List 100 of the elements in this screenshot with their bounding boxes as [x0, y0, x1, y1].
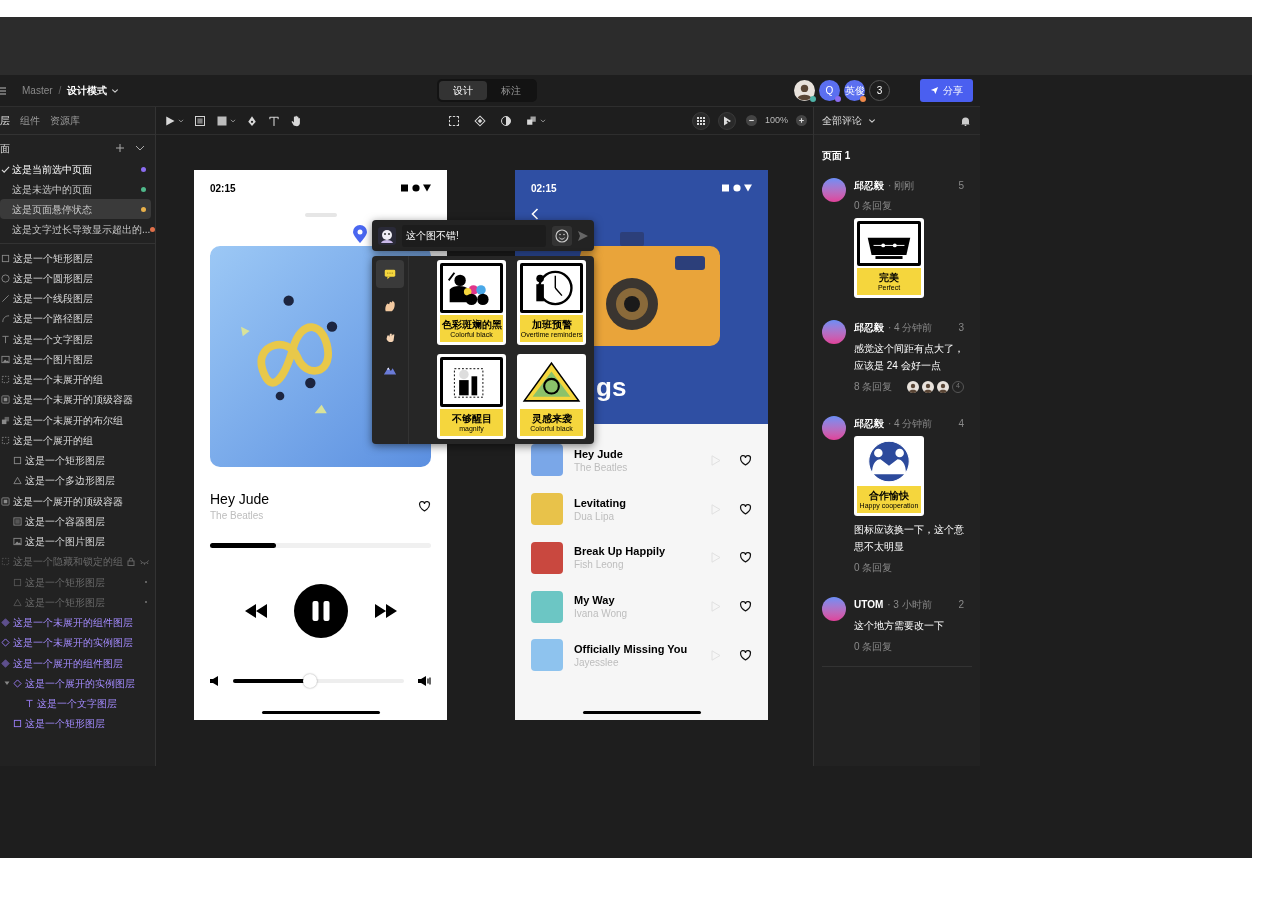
send-icon[interactable]: [578, 230, 588, 241]
selection-grid-icon[interactable]: [448, 114, 460, 127]
pointer-icon[interactable]: [164, 114, 176, 127]
layer-item[interactable]: 这是一个未展开的组: [0, 369, 155, 390]
layer-item[interactable]: 这是一个展开的实例图层: [0, 673, 155, 694]
sticker-title: 完美: [879, 271, 899, 283]
comment-author: 邱忍毅: [854, 179, 884, 193]
frame-tool-icon[interactable]: [194, 114, 206, 127]
back-chevron-icon[interactable]: [531, 208, 539, 220]
diamond-icon: [1, 658, 10, 668]
layer-item[interactable]: 这是一个容器图层: [0, 511, 155, 532]
slider-thumb[interactable]: [302, 674, 317, 688]
panel-tab[interactable]: 资源库: [50, 113, 80, 128]
sticker-category-tab[interactable]: [376, 260, 404, 288]
half-circle-icon[interactable]: [500, 114, 512, 127]
page-item[interactable]: 这是未选中的页面: [0, 179, 151, 199]
mode-tab[interactable]: 标注: [486, 81, 535, 100]
layer-item[interactable]: 这是一个图片图层: [0, 531, 155, 552]
reply-count[interactable]: 0 条回复: [854, 560, 964, 575]
layer-item[interactable]: 这是一个文字图层: [0, 693, 155, 714]
layer-item[interactable]: 这是一个线段图层: [0, 288, 155, 309]
layer-item[interactable]: 这是一个展开的组: [0, 430, 155, 451]
overlapping-squares-icon[interactable]: [526, 114, 538, 127]
heart-icon[interactable]: [739, 502, 752, 516]
rewind-icon[interactable]: [243, 604, 268, 618]
layer-item[interactable]: 这是一个圆形图层: [0, 268, 155, 289]
layer-item[interactable]: 这是一个矩形图层: [0, 713, 155, 734]
layer-item[interactable]: 这是一个多边形图层: [0, 470, 155, 491]
artist-name: Fish Leong: [574, 558, 625, 572]
caret-down-icon[interactable]: [178, 117, 184, 124]
heart-icon[interactable]: [739, 551, 752, 565]
bell-icon[interactable]: [961, 115, 970, 126]
caret-down-icon[interactable]: [540, 117, 546, 124]
reply-count[interactable]: 0 条回复: [854, 198, 964, 213]
layer-item[interactable]: 这是一个未展开的顶级容器: [0, 389, 155, 410]
chevron-down-icon[interactable]: [135, 143, 145, 153]
page-item[interactable]: 这是文字过长导致显示超出的...: [0, 219, 151, 239]
caret-down-icon[interactable]: [868, 116, 876, 125]
share-button[interactable]: 分享: [920, 79, 973, 102]
smiley-button[interactable]: [552, 225, 572, 246]
layer-item[interactable]: 这是一个未展开的布尔组: [0, 410, 155, 431]
comment-time: · 刚刚: [888, 179, 916, 193]
sticker-avatar-icon: [378, 226, 396, 245]
panel-tab[interactable]: 层: [0, 113, 10, 128]
layer-item[interactable]: 这是一个矩形图层: [0, 450, 155, 471]
layer-item[interactable]: 这是一个未展开的组件图层: [0, 612, 155, 633]
zoom-out-icon[interactable]: [745, 115, 757, 126]
layer-item[interactable]: 这是一个矩形图层: [0, 248, 155, 269]
avatar-silhouette-icon[interactable]: [794, 80, 815, 101]
lock-icon[interactable]: [127, 557, 135, 567]
project-name[interactable]: Master: [22, 83, 53, 98]
layer-item[interactable]: 这是一个展开的顶级容器: [0, 491, 155, 512]
layer-item[interactable]: 这是一个展开的组件图层: [0, 653, 155, 674]
heart-icon[interactable]: [739, 453, 752, 467]
plus-icon[interactable]: [115, 143, 125, 153]
sticker-title: 色彩斑斓的黑: [441, 318, 502, 330]
reply-count[interactable]: 8 条回复: [854, 379, 904, 394]
caret-icon[interactable]: [3, 680, 10, 687]
song-title[interactable]: Officially Missing You: [574, 641, 711, 656]
square-icon[interactable]: [216, 114, 228, 127]
mode-tab[interactable]: 设计: [438, 81, 487, 100]
sticker-title: 灵感来袭: [531, 412, 572, 424]
volume-low-icon: [210, 676, 219, 686]
dashed-square-icon: [1, 435, 10, 445]
triangle-icon: [13, 597, 22, 607]
fast-forward-icon[interactable]: [373, 604, 398, 618]
song-title[interactable]: Levitating: [574, 495, 711, 510]
avatar[interactable]: 英俊: [844, 80, 865, 101]
heart-icon[interactable]: [739, 600, 752, 614]
send-icon: [930, 86, 939, 95]
zoom-level[interactable]: 100%: [762, 113, 790, 128]
caret-down-icon[interactable]: [230, 117, 236, 124]
layer-item[interactable]: 这是一个文字图层: [0, 329, 155, 350]
hand-icon[interactable]: [290, 114, 302, 127]
panel-tab[interactable]: 组件: [20, 113, 40, 128]
page-item[interactable]: 这是页面悬停状态: [0, 199, 151, 219]
song-title[interactable]: Hey Jude: [574, 446, 711, 461]
heart-icon[interactable]: [739, 648, 752, 662]
diamond-icon[interactable]: [474, 114, 486, 127]
heart-icon[interactable]: [418, 500, 431, 513]
comment-filter[interactable]: 全部评论: [822, 113, 862, 128]
page-item[interactable]: 这是当前选中页面: [0, 159, 151, 179]
pen-icon[interactable]: [246, 114, 258, 127]
mode-name[interactable]: 设计模式: [67, 83, 108, 98]
avatar[interactable]: Q: [819, 80, 840, 101]
pause-button[interactable]: [293, 584, 348, 638]
volume-slider[interactable]: [233, 674, 404, 688]
layer-item[interactable]: 这是一个未展开的实例图层: [0, 632, 155, 653]
zoom-in-icon[interactable]: [796, 115, 807, 126]
caret-down-icon[interactable]: [111, 86, 120, 95]
song-title[interactable]: Break Up Happily: [574, 544, 711, 559]
layer-item[interactable]: 这是一个路径图层: [0, 308, 155, 329]
comment-number: 4: [958, 417, 964, 431]
text-tool-icon[interactable]: [268, 114, 280, 127]
layer-item[interactable]: 这是一个图片图层: [0, 349, 155, 370]
play-cursor-icon[interactable]: [717, 111, 736, 130]
reply-count[interactable]: 0 条回复: [854, 639, 964, 654]
grid-icon[interactable]: [691, 111, 710, 130]
comment-input[interactable]: 这个图不错!: [402, 224, 546, 247]
song-title[interactable]: My Way: [574, 593, 711, 608]
